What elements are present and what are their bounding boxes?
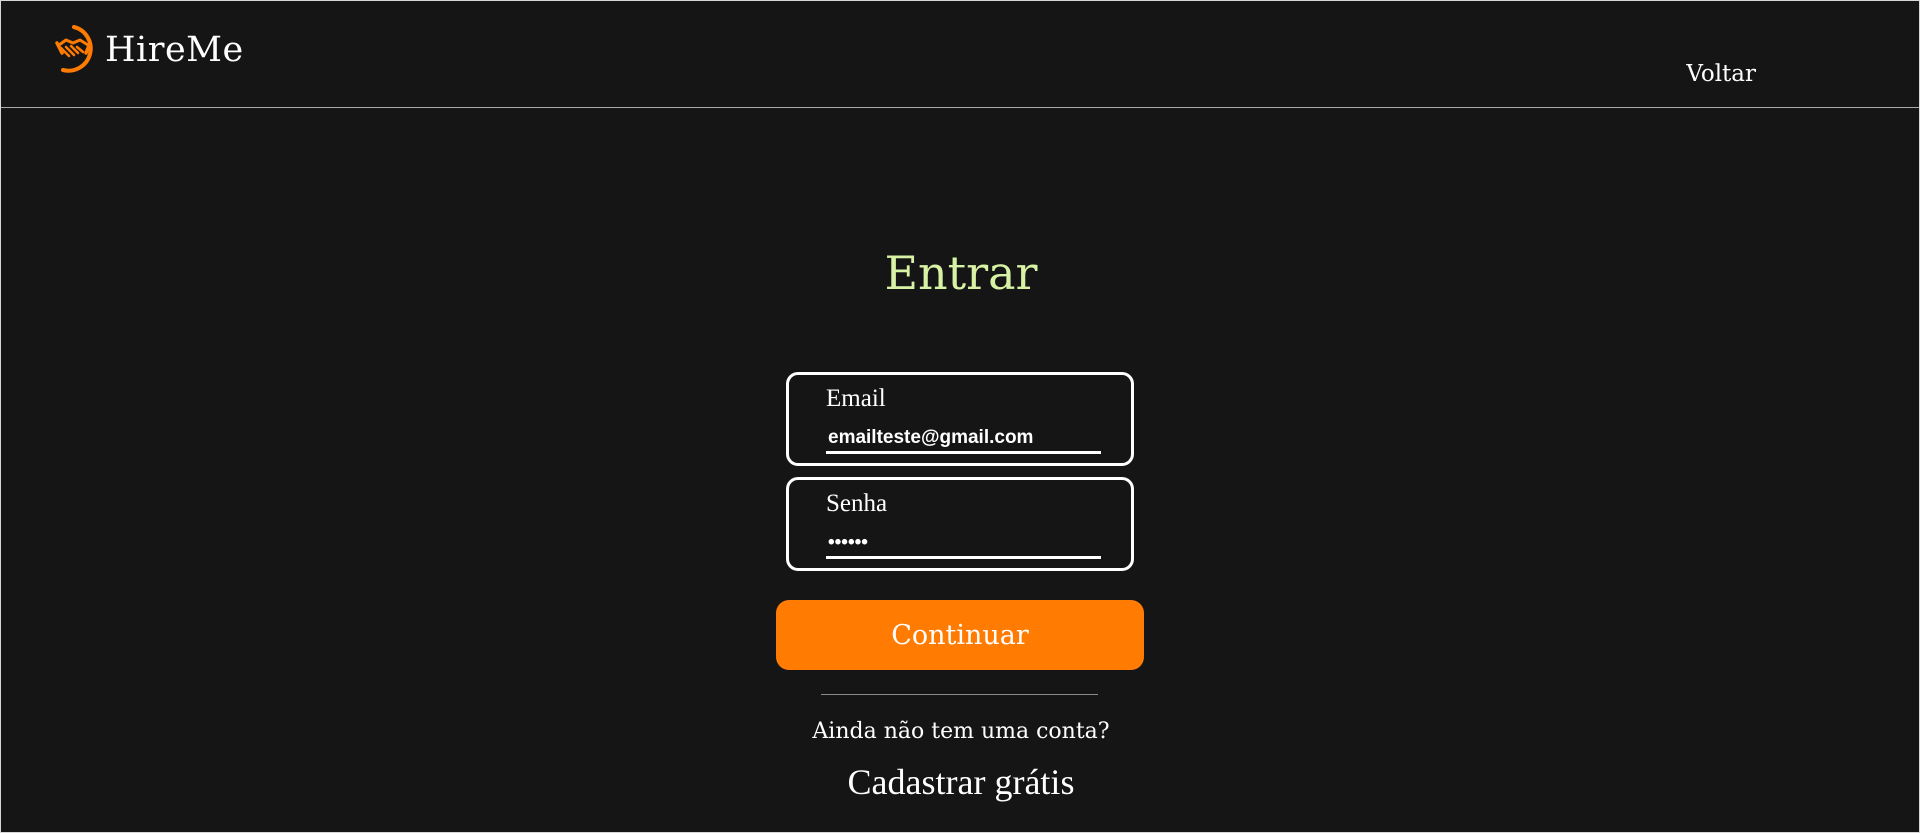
signup-container: Cadastrar grátis	[1, 761, 1920, 803]
back-link[interactable]: Voltar	[1686, 61, 1756, 87]
divider	[821, 694, 1098, 695]
password-field-box: Senha ••••••	[786, 477, 1134, 571]
password-label: Senha	[826, 490, 888, 517]
email-label: Email	[826, 385, 886, 412]
brand-logo[interactable]: HireMe	[53, 23, 244, 77]
page-title: Entrar	[884, 246, 1038, 300]
signup-link[interactable]: Cadastrar grátis	[848, 762, 1075, 802]
brand-name: HireMe	[105, 29, 244, 70]
handshake-icon	[55, 25, 93, 73]
signup-prompt: Ainda não tem uma conta?	[812, 719, 1110, 744]
top-navbar: HireMe Voltar	[1, 1, 1919, 108]
password-input[interactable]: ••••••	[826, 530, 1101, 559]
login-page: HireMe Voltar Entrar Email emailteste@gm…	[0, 0, 1920, 833]
email-input[interactable]: emailteste@gmail.com	[826, 425, 1101, 454]
continue-button[interactable]: Continuar	[776, 600, 1144, 670]
email-field-box: Email emailteste@gmail.com	[786, 372, 1134, 466]
